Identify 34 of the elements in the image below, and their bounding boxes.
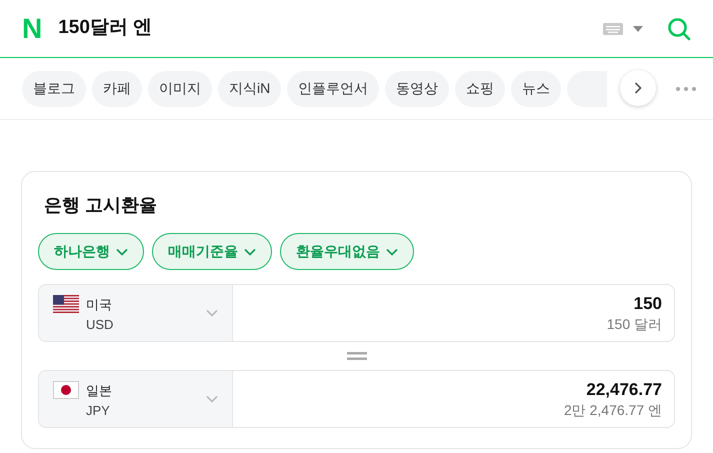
category-tab[interactable]: 쇼핑	[455, 70, 506, 106]
card-title: 은행 고시환율	[43, 194, 158, 217]
chevron-right-icon	[634, 82, 642, 94]
currency-code: JPY	[86, 402, 111, 420]
chevron-down-icon	[206, 309, 218, 317]
chevron-down-icon	[244, 248, 256, 256]
chevron-down-icon	[206, 395, 218, 403]
amount-reading: 150 달러	[606, 315, 662, 333]
country-name: 일본	[86, 382, 112, 400]
amount-input[interactable]: 150	[634, 293, 662, 315]
currency-selector[interactable]: 미국 USD	[39, 285, 233, 341]
more-icon[interactable]	[676, 87, 696, 91]
category-tab[interactable]: 인플루언서	[287, 70, 380, 106]
chevron-down-icon	[116, 248, 128, 256]
currency-selector[interactable]: 일본 JPY	[39, 371, 233, 427]
flag-icon	[53, 381, 79, 399]
amount-reading: 2만 2,476.77 엔	[564, 401, 662, 419]
category-tab[interactable]: 지식iN	[218, 70, 282, 106]
category-tab[interactable]: 블로그	[22, 70, 86, 106]
category-tab[interactable]: 동영상	[385, 70, 450, 106]
next-button[interactable]	[620, 70, 656, 106]
category-tab[interactable]: 카페	[92, 70, 142, 106]
equals-icon	[346, 352, 366, 360]
flag-icon	[53, 295, 79, 313]
chevron-down-icon	[386, 248, 398, 256]
category-tab[interactable]: 뉴스	[511, 70, 562, 106]
amount-input[interactable]: 22,476.77	[586, 379, 662, 401]
currency-code: USD	[86, 316, 114, 334]
category-tab[interactable]: 이미지	[148, 70, 212, 106]
keyboard-icon[interactable]	[603, 22, 623, 34]
search-query[interactable]: 150달러 엔	[58, 14, 152, 43]
search-icon[interactable]	[667, 16, 691, 40]
caret-icon[interactable]	[633, 26, 643, 32]
country-name: 미국	[86, 296, 113, 314]
